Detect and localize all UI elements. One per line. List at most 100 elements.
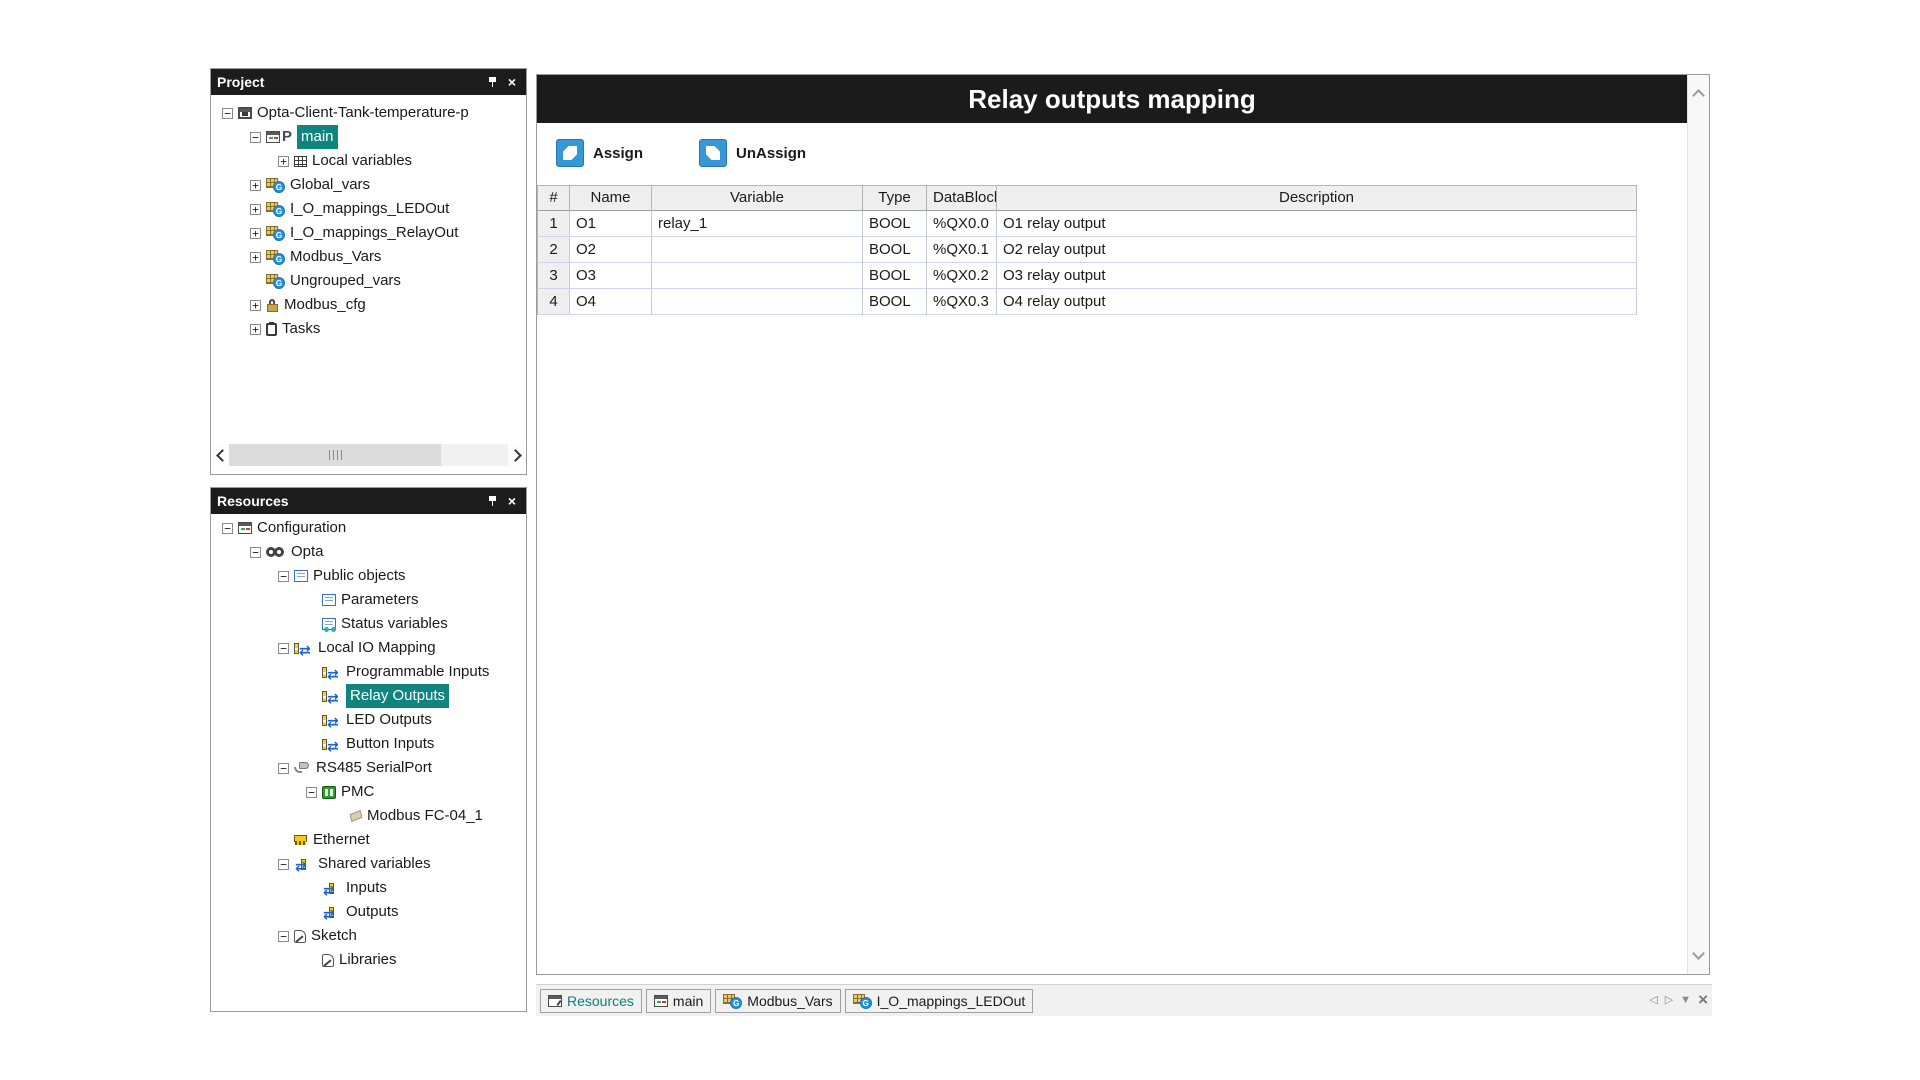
mapping-icon [322,713,341,727]
expander-icon[interactable]: − [306,787,317,798]
tree-item-i-o-mappings-ledout[interactable]: +I_O_mappings_LEDOut [212,197,525,221]
expander-icon[interactable]: + [278,156,289,167]
close-icon[interactable]: × [504,493,520,509]
vertical-scrollbar[interactable] [1687,75,1709,974]
scroll-down-icon[interactable] [1692,947,1705,960]
scrollbar-thumb[interactable] [229,444,441,466]
expander-icon[interactable]: + [250,300,261,311]
tree-item-relay-outputs[interactable]: Relay Outputs [212,684,525,708]
project-horizontal-scrollbar[interactable] [212,444,525,466]
sketch-icon [294,930,306,943]
expander-icon[interactable]: + [250,204,261,215]
tree-item-opta-client-tank-temperature-p[interactable]: −Opta-Client-Tank-temperature-p [212,101,525,125]
tab-i-o-mappings-ledout[interactable]: I_O_mappings_LEDOut [845,989,1034,1013]
cell-datablock[interactable]: %QX0.0 [927,211,997,237]
cell-description[interactable]: O4 relay output [997,289,1637,315]
tree-item-global-vars[interactable]: +Global_vars [212,173,525,197]
tab-list-dropdown-icon[interactable]: ▼ [1680,995,1691,1006]
cell-variable[interactable] [652,289,863,315]
cell-[interactable]: 3 [537,263,570,289]
expander-icon[interactable]: − [278,643,289,654]
cell-name[interactable]: O1 [570,211,652,237]
expander-icon[interactable]: + [250,180,261,191]
cell-[interactable]: 2 [537,237,570,263]
expander-icon[interactable]: − [250,132,261,143]
tree-item-libraries[interactable]: Libraries [212,948,525,972]
tree-item-configuration[interactable]: −Configuration [212,516,525,540]
expander-icon[interactable]: − [222,523,233,534]
scroll-left-icon[interactable] [212,444,229,466]
table-row[interactable]: 3O3 BOOL%QX0.2O3 relay output [537,263,1637,289]
cell-datablock[interactable]: %QX0.3 [927,289,997,315]
expander-icon[interactable]: − [278,571,289,582]
tab-modbus-vars[interactable]: Modbus_Vars [715,989,840,1013]
cell-description[interactable]: O3 relay output [997,263,1637,289]
cell-description[interactable]: O1 relay output [997,211,1637,237]
table-row[interactable]: 4O4 BOOL%QX0.3O4 relay output [537,289,1637,315]
cell-[interactable]: 1 [537,211,570,237]
tabs: ResourcesmainModbus_VarsI_O_mappings_LED… [536,989,1033,1013]
close-icon[interactable]: × [504,74,520,90]
tree-item-parameters[interactable]: Parameters [212,588,525,612]
tree-item-rs485-serialport[interactable]: −RS485 SerialPort [212,756,525,780]
tree-item-tasks[interactable]: +Tasks [212,317,525,341]
scroll-right-icon[interactable] [508,444,525,466]
tree-item-shared-variables[interactable]: −Shared variables [212,852,525,876]
tree-item-ethernet[interactable]: Ethernet [212,828,525,852]
expander-icon[interactable]: + [250,228,261,239]
table-row[interactable]: 1O1relay_1BOOL%QX0.0O1 relay output [537,211,1637,237]
tree-item-sketch[interactable]: −Sketch [212,924,525,948]
tree-item-ungrouped-vars[interactable]: Ungrouped_vars [212,269,525,293]
cell-[interactable]: 4 [537,289,570,315]
tree-item-status-variables[interactable]: Status variables [212,612,525,636]
cell-datablock[interactable]: %QX0.2 [927,263,997,289]
grid-icon [294,156,307,167]
expander-icon[interactable]: − [278,931,289,942]
cell-name[interactable]: O4 [570,289,652,315]
pin-icon[interactable] [484,74,500,90]
tree-item-inputs[interactable]: Inputs [212,876,525,900]
tree-item-modbus-vars[interactable]: +Modbus_Vars [212,245,525,269]
page-title: Relay outputs mapping [968,84,1255,115]
tree-item-main[interactable]: −Pmain [212,125,525,149]
expander-icon[interactable]: − [278,763,289,774]
cell-name[interactable]: O3 [570,263,652,289]
cell-description[interactable]: O2 relay output [997,237,1637,263]
cell-type[interactable]: BOOL [863,263,927,289]
cell-type[interactable]: BOOL [863,211,927,237]
cell-name[interactable]: O2 [570,237,652,263]
expander-icon[interactable]: + [250,324,261,335]
tab-resources[interactable]: Resources [540,989,642,1013]
nav-left-icon[interactable]: ◁ [1649,995,1657,1006]
unassign-button[interactable]: UnAssign [699,139,806,167]
cell-datablock[interactable]: %QX0.1 [927,237,997,263]
tree-item-opta[interactable]: −Opta [212,540,525,564]
cell-variable[interactable]: relay_1 [652,211,863,237]
tab-main[interactable]: main [646,989,711,1013]
tree-item-local-io-mapping[interactable]: −Local IO Mapping [212,636,525,660]
tree-item-pmc[interactable]: −PMC [212,780,525,804]
tree-item-led-outputs[interactable]: LED Outputs [212,708,525,732]
expander-icon[interactable]: − [278,859,289,870]
cell-variable[interactable] [652,237,863,263]
tree-item-modbus-fc-04-1[interactable]: Modbus FC-04_1 [212,804,525,828]
pin-icon[interactable] [484,493,500,509]
tree-item-local-variables[interactable]: +Local variables [212,149,525,173]
cell-variable[interactable] [652,263,863,289]
cell-type[interactable]: BOOL [863,289,927,315]
nav-right-icon[interactable]: ▷ [1665,995,1673,1006]
table-row[interactable]: 2O2 BOOL%QX0.1O2 relay output [537,237,1637,263]
tree-item-outputs[interactable]: Outputs [212,900,525,924]
expander-icon[interactable]: − [222,108,233,119]
close-tab-icon[interactable]: × [1698,991,1708,1008]
tree-item-i-o-mappings-relayout[interactable]: +I_O_mappings_RelayOut [212,221,525,245]
tree-item-modbus-cfg[interactable]: +Modbus_cfg [212,293,525,317]
assign-button[interactable]: Assign [556,139,643,167]
tree-item-programmable-inputs[interactable]: Programmable Inputs [212,660,525,684]
expander-icon[interactable]: + [250,252,261,263]
tree-item-public-objects[interactable]: −Public objects [212,564,525,588]
scroll-up-icon[interactable] [1692,89,1705,102]
expander-icon[interactable]: − [250,547,261,558]
tree-item-button-inputs[interactable]: Button Inputs [212,732,525,756]
cell-type[interactable]: BOOL [863,237,927,263]
